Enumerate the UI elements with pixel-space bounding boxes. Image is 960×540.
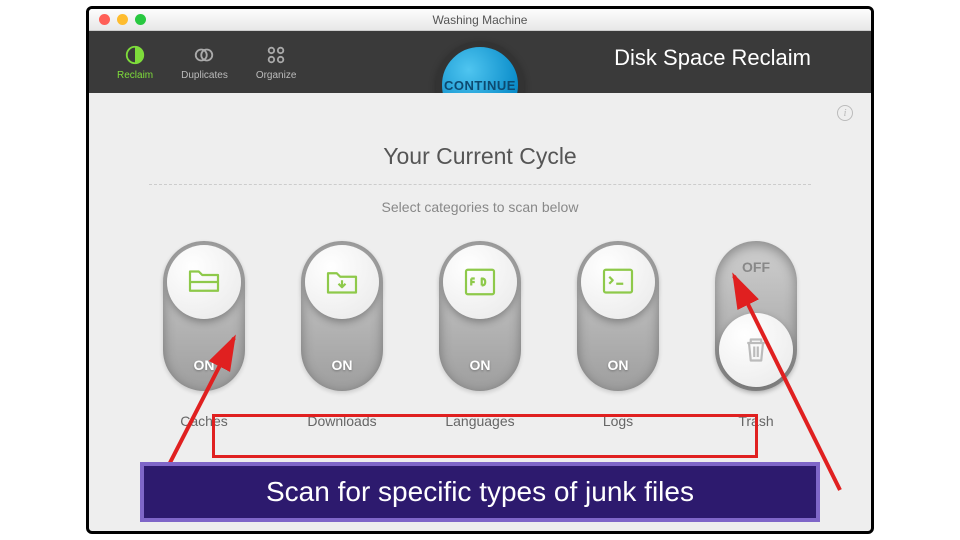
window-title: Washing Machine xyxy=(89,13,871,27)
tab-organize-label: Organize xyxy=(256,70,297,81)
tab-duplicates[interactable]: Duplicates xyxy=(181,44,228,81)
download-folder-icon xyxy=(305,245,379,319)
annotation-callout-text: Scan for specific types of junk files xyxy=(266,476,694,507)
grid-icon xyxy=(265,44,287,66)
toggle-languages: ON Languages xyxy=(430,241,530,429)
toggle-downloads-switch[interactable]: ON xyxy=(301,241,383,391)
continue-button-label: CONTINUE xyxy=(444,78,516,93)
toolbar: Reclaim Duplicates Organize CONTINUE Dis… xyxy=(89,31,871,93)
toggle-state-label: ON xyxy=(439,357,521,373)
terminal-icon xyxy=(581,245,655,319)
moon-icon xyxy=(124,44,146,66)
tab-reclaim[interactable]: Reclaim xyxy=(117,44,153,81)
toggle-languages-switch[interactable]: ON xyxy=(439,241,521,391)
toggle-state-label: ON xyxy=(301,357,383,373)
toggle-logs-switch[interactable]: ON xyxy=(577,241,659,391)
cycle-heading: Your Current Cycle xyxy=(89,143,871,170)
tab-duplicates-label: Duplicates xyxy=(181,70,228,81)
cycle-subtitle: Select categories to scan below xyxy=(89,199,871,215)
circles-icon xyxy=(193,44,215,66)
toggle-logs: ON Logs xyxy=(568,241,668,429)
titlebar: Washing Machine xyxy=(89,9,871,31)
toggle-downloads: ON Downloads xyxy=(292,241,392,429)
annotation-callout: Scan for specific types of junk files xyxy=(140,462,820,522)
divider xyxy=(149,184,811,185)
section-title: Disk Space Reclaim xyxy=(614,45,811,71)
languages-icon xyxy=(443,245,517,319)
tab-reclaim-label: Reclaim xyxy=(117,70,153,81)
folder-stack-icon xyxy=(167,245,241,319)
toggle-state-label: ON xyxy=(577,357,659,373)
info-icon[interactable]: i xyxy=(837,105,853,121)
annotation-red-box xyxy=(212,414,758,458)
tab-organize[interactable]: Organize xyxy=(256,44,297,81)
